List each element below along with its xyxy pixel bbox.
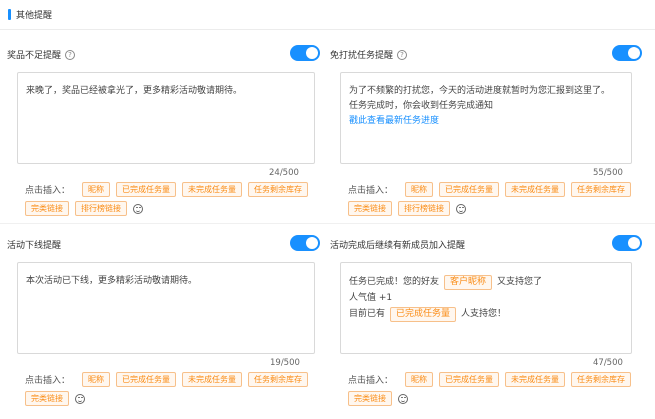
insert-chip-incomplete[interactable]: 未完成任务量 <box>182 182 243 197</box>
help-icon[interactable]: ? <box>65 49 76 60</box>
insert-label: 点击插入： <box>348 376 394 386</box>
do-not-disturb-message-input[interactable]: 为了不频繁的打扰您，今天的活动进度就暂时为您汇报到这里了。 任务完成时，你会收到… <box>340 72 632 164</box>
new-member-toggle[interactable] <box>612 235 642 251</box>
prize-shortage-toggle[interactable] <box>290 45 320 61</box>
section-title: 其他提醒 <box>16 11 53 21</box>
emoji-icon[interactable] <box>398 393 408 404</box>
insert-chip-leaderboard[interactable]: 排行榜链接 <box>75 201 127 216</box>
panel-title: 活动下线提醒 <box>7 238 61 251</box>
panel-title-text: 活动完成后继续有新成员加入提醒 <box>330 241 466 251</box>
emoji-icon[interactable] <box>75 393 85 404</box>
insert-chip-nickname[interactable]: 昵称 <box>82 372 111 387</box>
activity-offline-toggle[interactable] <box>290 235 320 251</box>
line-text: 目前已有 <box>349 309 386 319</box>
insert-variables: 点击插入： 昵称 已完成任务量 未完成任务量 任务剩余库存 完类链接 排行榜链接 <box>348 182 648 216</box>
insert-chip-link[interactable]: 完类链接 <box>25 201 69 216</box>
message-line: 人气值 +1 <box>349 293 393 303</box>
prize-shortage-message-input[interactable]: 来晚了，奖品已经被拿光了，更多精彩活动敬请期待。 <box>17 72 315 164</box>
panel-title: 奖品不足提醒 ? <box>7 48 76 61</box>
help-icon[interactable]: ? <box>397 49 408 60</box>
insert-chip-stock[interactable]: 任务剩余库存 <box>571 372 632 387</box>
line-text: 任务已完成！您的好友 <box>349 277 440 287</box>
insert-chip-link[interactable]: 完类链接 <box>348 201 392 216</box>
insert-label: 点击插入： <box>25 186 71 196</box>
insert-chip-nickname[interactable]: 昵称 <box>405 372 434 387</box>
char-counter: 55/500 <box>593 168 623 178</box>
message-line: 本次活动已下线，更多精彩活动敬请期待。 <box>26 276 198 286</box>
message-line: 目前已有 已完成任务量 人支持您！ <box>349 306 623 322</box>
new-member-message-input[interactable]: 任务已完成！您的好友 客户昵称 又支持您了 人气值 +1 目前已有 已完成任务量 人支持… <box>340 262 632 354</box>
task-progress-link[interactable]: 戳此查看最新任务进度 <box>349 114 623 129</box>
insert-chip-incomplete[interactable]: 未完成任务量 <box>182 372 243 387</box>
char-counter: 24/500 <box>269 168 299 178</box>
message-line: 为了不频繁的打扰您，今天的活动进度就暂时为您汇报到这里了。 <box>349 86 611 96</box>
insert-chip-leaderboard[interactable]: 排行榜链接 <box>398 201 450 216</box>
insert-chip-stock[interactable]: 任务剩余库存 <box>248 182 309 197</box>
insert-chip-incomplete[interactable]: 未完成任务量 <box>505 182 566 197</box>
message-line: 来晚了，奖品已经被拿光了，更多精彩活动敬请期待。 <box>26 86 243 96</box>
char-counter: 47/500 <box>593 358 623 368</box>
emoji-icon[interactable] <box>456 203 466 214</box>
insert-chip-nickname[interactable]: 昵称 <box>405 182 434 197</box>
insert-variables: 点击插入： 昵称 已完成任务量 未完成任务量 任务剩余库存 完类链接 排行榜链接 <box>25 182 325 216</box>
panel-title-text: 奖品不足提醒 <box>7 51 62 61</box>
do-not-disturb-toggle[interactable] <box>612 45 642 61</box>
insert-chip-link[interactable]: 完类链接 <box>348 391 392 406</box>
panel-title: 活动完成后继续有新成员加入提醒 <box>330 238 465 251</box>
emoji-icon[interactable] <box>133 203 143 214</box>
completed-count-tag[interactable]: 已完成任务量 <box>390 307 457 322</box>
insert-chip-completed[interactable]: 已完成任务量 <box>116 372 177 387</box>
panel-title: 免打扰任务提醒 ? <box>330 48 408 61</box>
insert-chip-completed[interactable]: 已完成任务量 <box>439 182 500 197</box>
insert-label: 点击插入： <box>348 186 394 196</box>
message-line: 任务完成时，你会收到任务完成通知 <box>349 101 494 111</box>
insert-variables: 点击插入： 昵称 已完成任务量 未完成任务量 任务剩余库存 完类链接 <box>348 372 648 406</box>
insert-chip-nickname[interactable]: 昵称 <box>82 182 111 197</box>
insert-chip-completed[interactable]: 已完成任务量 <box>439 372 500 387</box>
panel-title-text: 活动下线提醒 <box>7 241 62 251</box>
insert-chip-completed[interactable]: 已完成任务量 <box>116 182 177 197</box>
insert-chip-incomplete[interactable]: 未完成任务量 <box>505 372 566 387</box>
section-accent-bar <box>8 9 11 20</box>
insert-chip-link[interactable]: 完类链接 <box>25 391 69 406</box>
reminder-settings-page: 其他提醒 奖品不足提醒 ? 来晚了，奖品已经被拿光了，更多精彩活动敬请期待。 2… <box>0 0 655 419</box>
panel-title-text: 免打扰任务提醒 <box>330 51 394 61</box>
customer-nickname-tag[interactable]: 客户昵称 <box>444 275 493 290</box>
insert-chip-stock[interactable]: 任务剩余库存 <box>571 182 632 197</box>
insert-variables: 点击插入： 昵称 已完成任务量 未完成任务量 任务剩余库存 完类链接 <box>25 372 325 406</box>
line-text: 人支持您！ <box>461 309 507 319</box>
line-text: 又支持您了 <box>497 277 543 287</box>
section-divider <box>0 223 655 224</box>
insert-label: 点击插入： <box>25 376 71 386</box>
activity-offline-message-input[interactable]: 本次活动已下线，更多精彩活动敬请期待。 <box>17 262 315 354</box>
message-line: 任务已完成！您的好友 客户昵称 又支持您了 <box>349 274 623 290</box>
insert-chip-stock[interactable]: 任务剩余库存 <box>248 372 309 387</box>
char-counter: 19/500 <box>270 358 300 368</box>
section-header: 其他提醒 <box>0 0 655 30</box>
